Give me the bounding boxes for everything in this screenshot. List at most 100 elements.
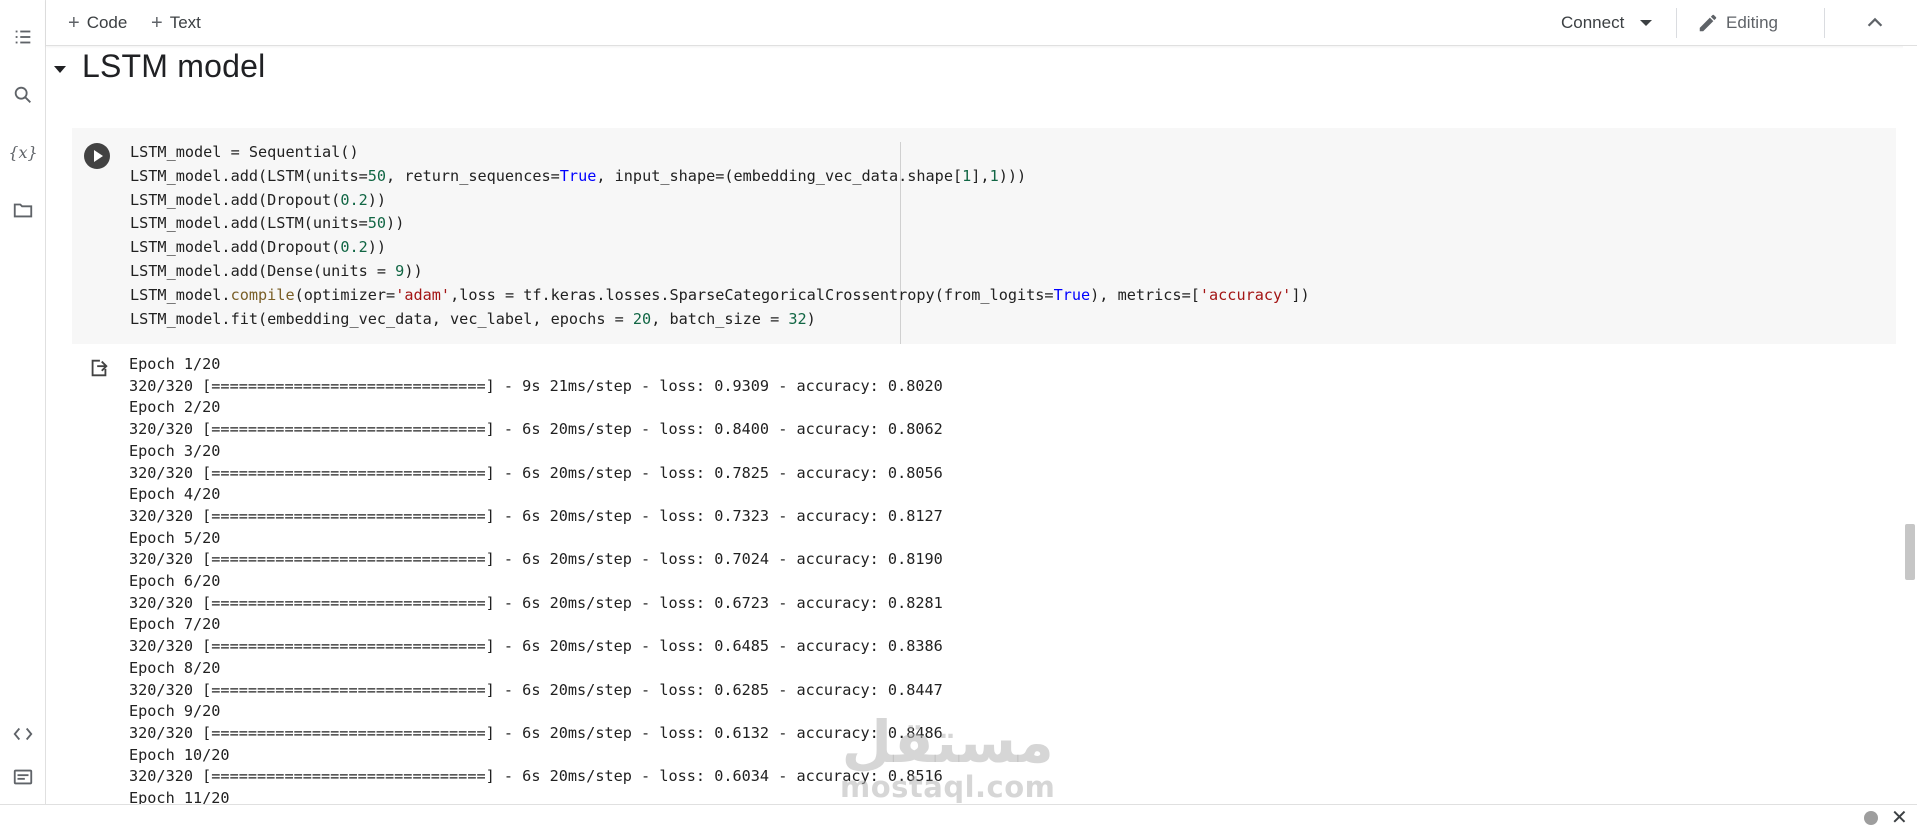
chevron-down-icon[interactable] xyxy=(1640,20,1653,26)
toolbar-divider xyxy=(1824,8,1825,38)
scrollbar-track[interactable] xyxy=(1903,46,1917,804)
code-token: )) xyxy=(386,214,405,233)
add-code-cell-button[interactable]: + Code xyxy=(68,10,127,36)
code-token: LSTM_model.add(Dense(units = xyxy=(130,261,396,280)
code-token: )) xyxy=(367,238,387,257)
code-token: True xyxy=(559,166,597,185)
output-line: 320/320 [==============================]… xyxy=(129,506,943,525)
watermark-logo: مستقل mostaql.com xyxy=(840,712,1055,802)
output-line: 320/320 [==============================]… xyxy=(129,680,943,699)
collapse-header-button[interactable] xyxy=(1864,12,1886,34)
command-palette-icon[interactable] xyxy=(10,764,36,790)
output-line: 320/320 [==============================]… xyxy=(129,376,943,395)
plus-icon: + xyxy=(68,11,80,34)
output-menu-button[interactable] xyxy=(88,357,110,379)
files-icon[interactable] xyxy=(10,197,36,223)
cell-output: Epoch 1/20 320/320 [=====================… xyxy=(129,354,943,810)
chevron-up-icon xyxy=(1867,17,1883,27)
code-line: LSTM_model.add(LSTM(units=50, return_seq… xyxy=(130,165,1310,189)
code-token: , batch_size = xyxy=(651,309,789,328)
output-line: 320/320 [==============================]… xyxy=(129,593,943,612)
code-token: (optimizer= xyxy=(294,285,396,304)
code-token: , input_shape=(embedding_vec_data.shape[ xyxy=(596,166,963,185)
pencil-icon xyxy=(1699,14,1717,32)
table-of-contents-icon[interactable] xyxy=(10,24,36,50)
code-token: ), metrics=[ xyxy=(1090,285,1200,304)
editing-mode-label: Editing xyxy=(1726,13,1778,32)
code-editor[interactable]: LSTM_model = Sequential() LSTM_model.add(… xyxy=(130,141,1310,331)
code-token: 50 xyxy=(367,166,387,185)
play-icon xyxy=(94,150,103,162)
code-token: 32 xyxy=(788,309,807,328)
code-token: )) xyxy=(404,261,423,280)
watermark-latin: mostaql.com xyxy=(840,770,1056,804)
left-rail: {x} xyxy=(0,0,46,804)
code-line: LSTM_model.compile(optimizer='adam',loss… xyxy=(130,284,1310,308)
code-token: 'adam' xyxy=(395,285,451,304)
code-token: 9 xyxy=(395,261,405,280)
code-token: 1 xyxy=(962,166,972,185)
toolbar-divider xyxy=(1676,8,1677,38)
output-arrow-icon xyxy=(91,359,108,377)
output-line: 320/320 [==============================]… xyxy=(129,550,943,569)
code-line: LSTM_model = Sequential() xyxy=(130,141,1310,165)
code-token: LSTM_model.add(Dropout( xyxy=(130,238,341,257)
output-line: Epoch 7/20 xyxy=(129,615,221,634)
output-line: Epoch 5/20 xyxy=(129,528,221,547)
code-line: LSTM_model.add(Dropout(0.2)) xyxy=(130,189,1310,213)
section-collapse-toggle[interactable] xyxy=(54,66,66,73)
output-line: 320/320 [==============================]… xyxy=(129,420,943,439)
connect-button[interactable]: Connect xyxy=(1561,10,1653,36)
run-cell-button[interactable] xyxy=(84,143,110,169)
code-token: ) xyxy=(806,309,816,328)
output-line: Epoch 9/20 xyxy=(129,702,221,721)
code-token: ]) xyxy=(1291,285,1310,304)
code-token: 20 xyxy=(632,309,652,328)
code-token: 0.2 xyxy=(340,238,368,257)
code-token: ], xyxy=(971,166,990,185)
watermark-arabic: مستقل xyxy=(841,708,1054,776)
code-token: compile xyxy=(230,285,295,304)
output-line: Epoch 2/20 xyxy=(129,398,221,417)
code-token: LSTM_model = Sequential() xyxy=(130,143,359,161)
code-snippets-icon[interactable] xyxy=(10,721,36,747)
variables-icon[interactable]: {x} xyxy=(8,139,37,165)
output-line: Epoch 10/20 xyxy=(129,745,230,764)
code-line: LSTM_model.add(Dropout(0.2)) xyxy=(130,236,1310,260)
code-token: LSTM_model.add(LSTM(units= xyxy=(130,214,368,233)
output-line: 320/320 [==============================]… xyxy=(129,767,943,786)
code-token: 1 xyxy=(989,166,999,185)
add-text-label: Text xyxy=(169,13,201,32)
code-token: LSTM_model.fit(embedding_vec_data, vec_l… xyxy=(130,309,633,328)
status-bar: ✕ xyxy=(0,804,1917,831)
output-line: 320/320 [==============================]… xyxy=(129,463,943,482)
plus-icon: + xyxy=(151,11,163,34)
output-line: Epoch 8/20 xyxy=(129,658,221,677)
code-token: )) xyxy=(367,190,387,209)
status-indicator-icon xyxy=(1864,811,1878,825)
close-icon[interactable]: ✕ xyxy=(1891,808,1908,828)
section-heading: LSTM model xyxy=(82,48,266,84)
code-token: ))) xyxy=(998,166,1027,185)
code-line: LSTM_model.add(Dense(units = 9)) xyxy=(130,260,1310,284)
add-code-label: Code xyxy=(86,13,128,32)
output-line: 320/320 [==============================]… xyxy=(129,637,943,656)
output-line: Epoch 6/20 xyxy=(129,572,221,591)
code-line: LSTM_model.add(LSTM(units=50)) xyxy=(130,212,1310,236)
code-token: 0.2 xyxy=(340,190,368,209)
editing-mode-button[interactable]: Editing xyxy=(1697,10,1778,36)
search-icon[interactable] xyxy=(10,82,36,108)
output-line: 320/320 [==============================]… xyxy=(129,723,943,742)
code-token: LSTM_model.add(Dropout( xyxy=(130,190,341,209)
code-token: 50 xyxy=(367,214,387,233)
code-token: ,loss = tf.keras.losses.SparseCategorica… xyxy=(450,285,1054,304)
output-line: Epoch 3/20 xyxy=(129,441,221,460)
code-line: LSTM_model.fit(embedding_vec_data, vec_l… xyxy=(130,308,1310,332)
code-token: True xyxy=(1053,285,1091,304)
code-token: 'accuracy' xyxy=(1199,285,1292,304)
add-text-cell-button[interactable]: + Text xyxy=(151,10,201,36)
scrollbar-thumb[interactable] xyxy=(1905,524,1915,580)
output-line: Epoch 4/20 xyxy=(129,485,221,504)
code-token: LSTM_model. xyxy=(130,285,231,304)
connect-label: Connect xyxy=(1561,13,1625,32)
